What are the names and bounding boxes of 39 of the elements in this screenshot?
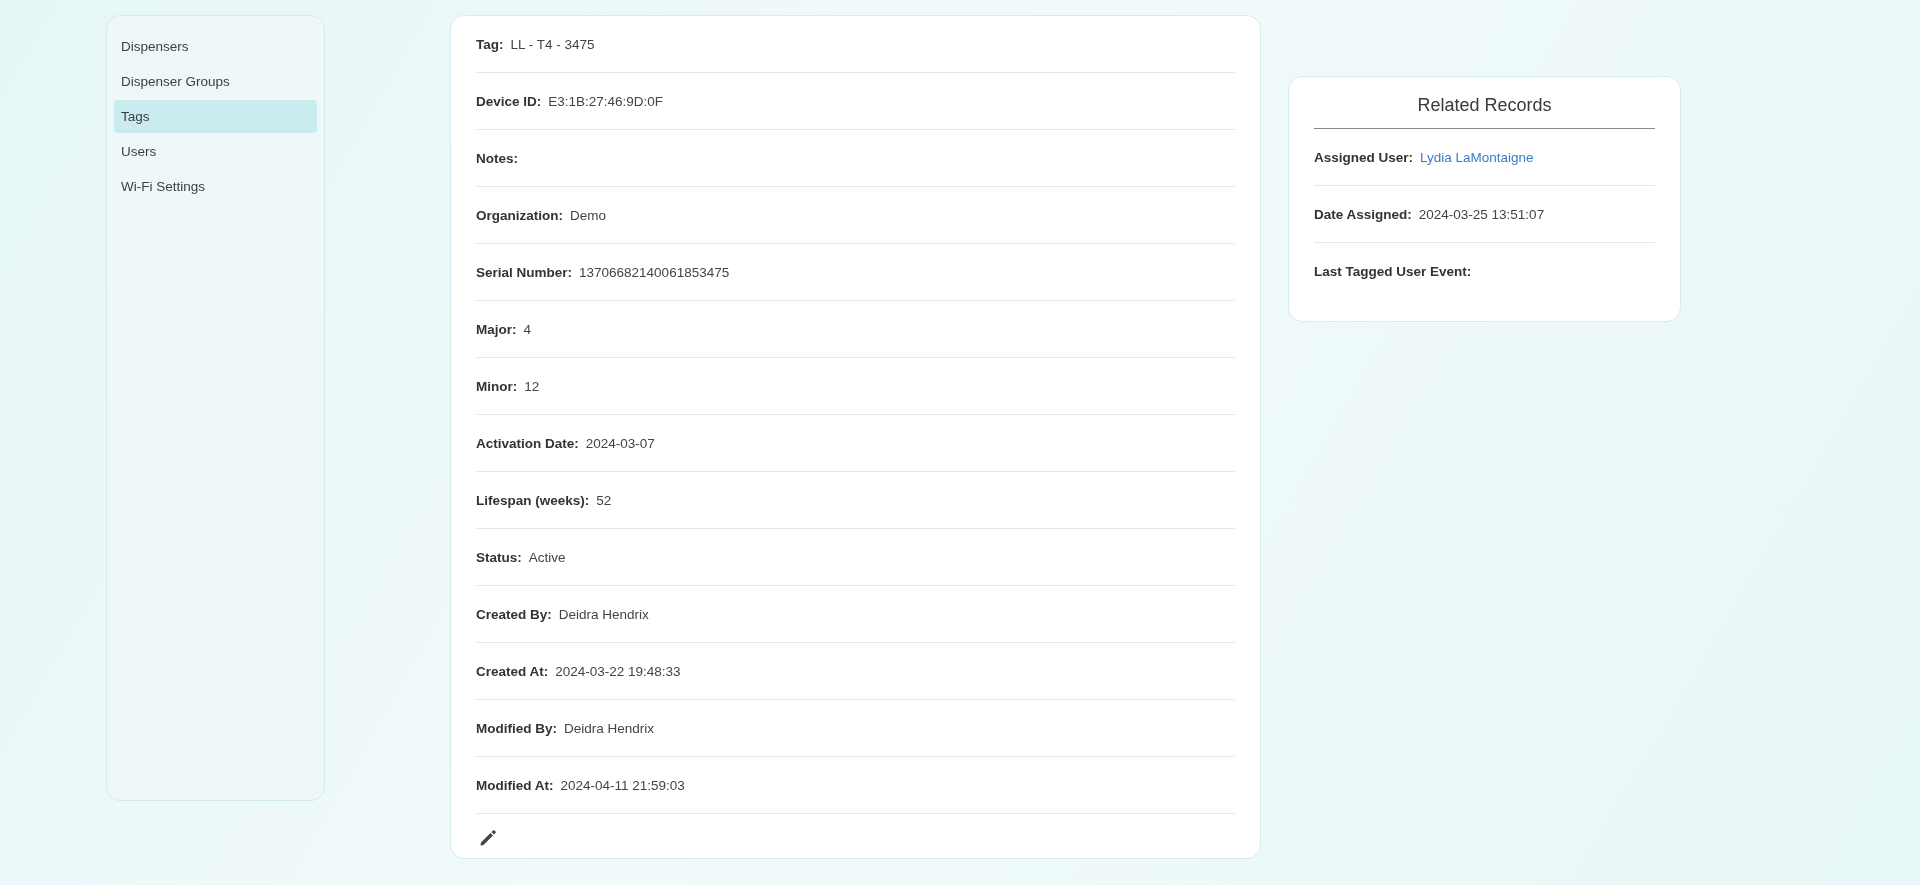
field-label: Lifespan (weeks): xyxy=(476,492,590,508)
field-label: Organization: xyxy=(476,207,563,223)
field-value: Deidra Hendrix xyxy=(558,606,649,622)
field-label: Created By: xyxy=(476,606,552,622)
field-value: 2024-03-25 13:51:07 xyxy=(1418,206,1545,222)
sidebar-item[interactable]: Dispensers xyxy=(114,30,317,63)
sidebar-item[interactable]: Wi-Fi Settings xyxy=(114,170,317,203)
field-value: LL - T4 - 3475 xyxy=(510,36,595,52)
field-label: Created At: xyxy=(476,663,549,679)
field-label: Activation Date: xyxy=(476,435,579,451)
field-label: Assigned User: xyxy=(1314,149,1414,165)
field-value: 2024-03-07 xyxy=(585,435,655,451)
sidebar-item[interactable]: Users xyxy=(114,135,317,168)
user-link[interactable]: Lydia LaMontaigne xyxy=(1420,149,1534,165)
field-value: 12 xyxy=(524,378,540,394)
pencil-icon[interactable] xyxy=(478,828,498,848)
field-value: Active xyxy=(528,549,566,565)
field-label: Major: xyxy=(476,321,517,337)
field-label: Device ID: xyxy=(476,93,542,109)
card-title: Related Records xyxy=(1314,95,1655,129)
field-label: Last Tagged User Event: xyxy=(1314,263,1472,279)
field-label: Notes: xyxy=(476,150,518,166)
field-label: Modified By: xyxy=(476,720,557,736)
field-value: Demo xyxy=(570,207,606,223)
field-value: Deidra Hendrix xyxy=(564,720,655,736)
field-value: E3:1B:27:46:9D:0F xyxy=(548,93,664,109)
field-label: Modified At: xyxy=(476,777,554,793)
field-label: Date Assigned: xyxy=(1314,206,1412,222)
field-value: 2024-03-22 19:48:33 xyxy=(555,663,681,679)
field-label: Minor: xyxy=(476,378,518,394)
field-value: 13706682140061853475 xyxy=(579,264,730,280)
field-label: Serial Number: xyxy=(476,264,573,280)
sidebar-item[interactable]: Dispenser Groups xyxy=(114,65,317,98)
field-label: Tag: xyxy=(476,36,504,52)
field-value: 2024-04-11 21:59:03 xyxy=(560,777,685,793)
field-label: Status: xyxy=(476,549,522,565)
field-value: 52 xyxy=(596,492,612,508)
sidebar-item[interactable]: Tags xyxy=(114,100,317,133)
field-value: 4 xyxy=(523,321,531,337)
